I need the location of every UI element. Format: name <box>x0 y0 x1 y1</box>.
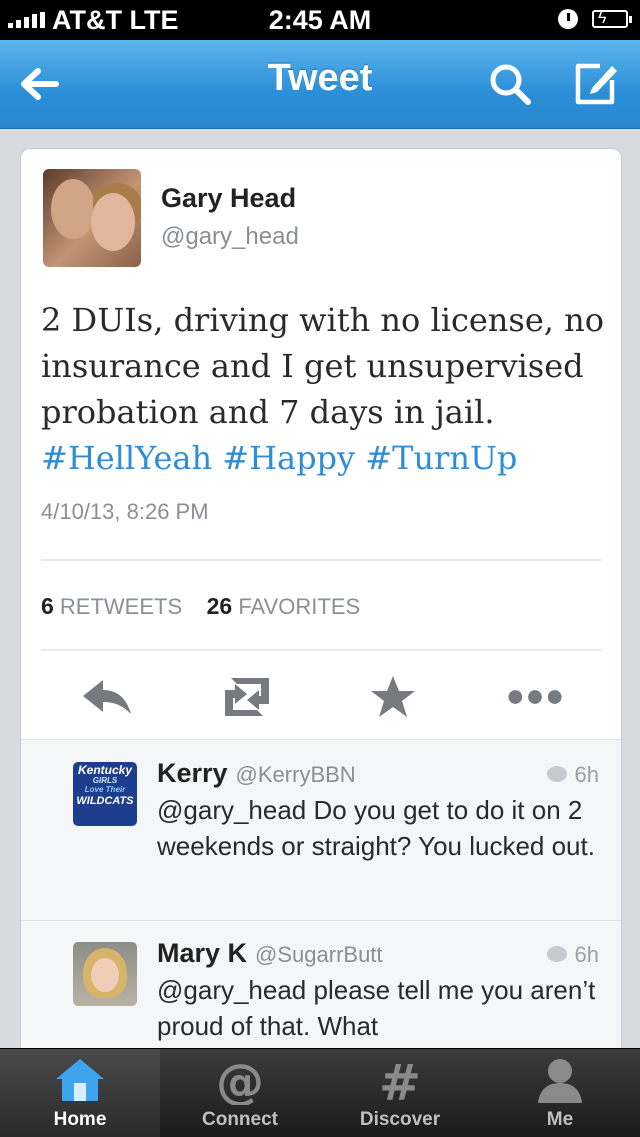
reply-time: 6h <box>546 942 599 968</box>
status-time: 2:45 AM <box>268 5 372 35</box>
favorite-count[interactable]: 26 <box>207 593 233 619</box>
avatar-text: WILDCATS <box>76 795 134 807</box>
speech-bubble-icon <box>546 766 567 783</box>
navigation-bar: Tweet <box>0 40 640 129</box>
author-name[interactable]: Gary Head <box>161 183 296 214</box>
tab-label: Home <box>53 1109 107 1130</box>
hashtag-link[interactable]: #Happy <box>222 439 355 477</box>
author-handle[interactable]: @gary_head <box>161 223 299 251</box>
tweet-stats: 6 RETWEETS 26 FAVORITES <box>41 593 360 620</box>
tweet-detail-card: Gary Head @gary_head 2 DUIs, driving wit… <box>20 148 622 1080</box>
reply-text: @gary_head please tell me you aren’t pro… <box>157 975 596 1041</box>
home-icon <box>56 1059 104 1101</box>
person-icon <box>538 1059 582 1103</box>
tab-connect[interactable]: @ Connect <box>160 1049 320 1137</box>
avatar-text: Kentucky <box>77 763 133 777</box>
reply-icon[interactable] <box>77 672 137 722</box>
alarm-clock-icon <box>558 9 578 29</box>
tab-label: Me <box>546 1109 574 1130</box>
retweet-count[interactable]: 6 <box>41 593 54 619</box>
reply-avatar[interactable] <box>73 942 137 1006</box>
reply-author[interactable]: Kerry @KerryBBN <box>157 758 356 789</box>
divider <box>41 649 601 651</box>
replies-list: Kentucky GIRLS Love Their WILDCATS Kerry… <box>21 739 621 1079</box>
reply-handle[interactable]: @KerryBBN <box>236 762 356 787</box>
status-bar: AT&T LTE 2:45 AM ϟ <box>0 0 640 40</box>
search-icon[interactable] <box>486 60 534 108</box>
hashtag-link[interactable]: #TurnUp <box>365 439 517 477</box>
author-avatar[interactable] <box>43 169 141 267</box>
tab-home[interactable]: Home <box>0 1049 160 1137</box>
speech-bubble-icon <box>546 946 567 963</box>
reply-time-label: 6h <box>574 762 599 787</box>
tab-discover[interactable]: # Discover <box>320 1049 480 1137</box>
compose-icon[interactable] <box>570 58 620 108</box>
reply-handle[interactable]: @SugarrButt <box>255 942 383 967</box>
hashtag-link[interactable]: #HellYeah <box>41 439 212 477</box>
reply-time: 6h <box>546 762 599 788</box>
tab-me[interactable]: Me <box>480 1049 640 1137</box>
favorite-label[interactable]: FAVORITES <box>238 594 360 619</box>
avatar-text: Their <box>105 785 126 794</box>
reply-name[interactable]: Kerry <box>157 758 228 788</box>
page-title: Tweet <box>267 57 373 99</box>
tab-bar: Home @ Connect # Discover Me <box>0 1048 640 1137</box>
avatar-text: Love <box>84 785 104 794</box>
retweet-label[interactable]: RETWEETS <box>60 594 182 619</box>
reply-avatar[interactable]: Kentucky GIRLS Love Their WILDCATS <box>73 762 137 826</box>
tweet-timestamp: 4/10/13, 8:26 PM <box>41 499 209 524</box>
hash-icon: # <box>379 1055 421 1105</box>
tweet-text: 2 DUIs, driving with no license, no insu… <box>41 297 606 481</box>
tab-label: Connect <box>202 1109 278 1130</box>
reply-author[interactable]: Mary K @SugarrButt <box>157 938 383 969</box>
favorite-star-icon[interactable] <box>363 672 423 722</box>
divider <box>21 920 621 921</box>
reply-text: @gary_head Do you get to do it on 2 week… <box>157 795 595 861</box>
reply-time-label: 6h <box>574 942 599 967</box>
svg-text:#: # <box>379 1055 421 1105</box>
tweet-action-bar <box>21 654 621 736</box>
at-sign-icon: @ <box>216 1055 264 1105</box>
battery-charging-icon: ϟ <box>592 10 632 28</box>
avatar-text: GIRLS <box>92 776 118 785</box>
more-options-icon[interactable] <box>505 672 565 722</box>
retweet-icon[interactable] <box>217 672 277 722</box>
svg-text:@: @ <box>216 1055 264 1105</box>
tab-label: Discover <box>359 1109 441 1130</box>
reply-name[interactable]: Mary K <box>157 938 247 968</box>
divider <box>41 559 601 561</box>
tweet-body: 2 DUIs, driving with no license, no insu… <box>41 301 604 431</box>
